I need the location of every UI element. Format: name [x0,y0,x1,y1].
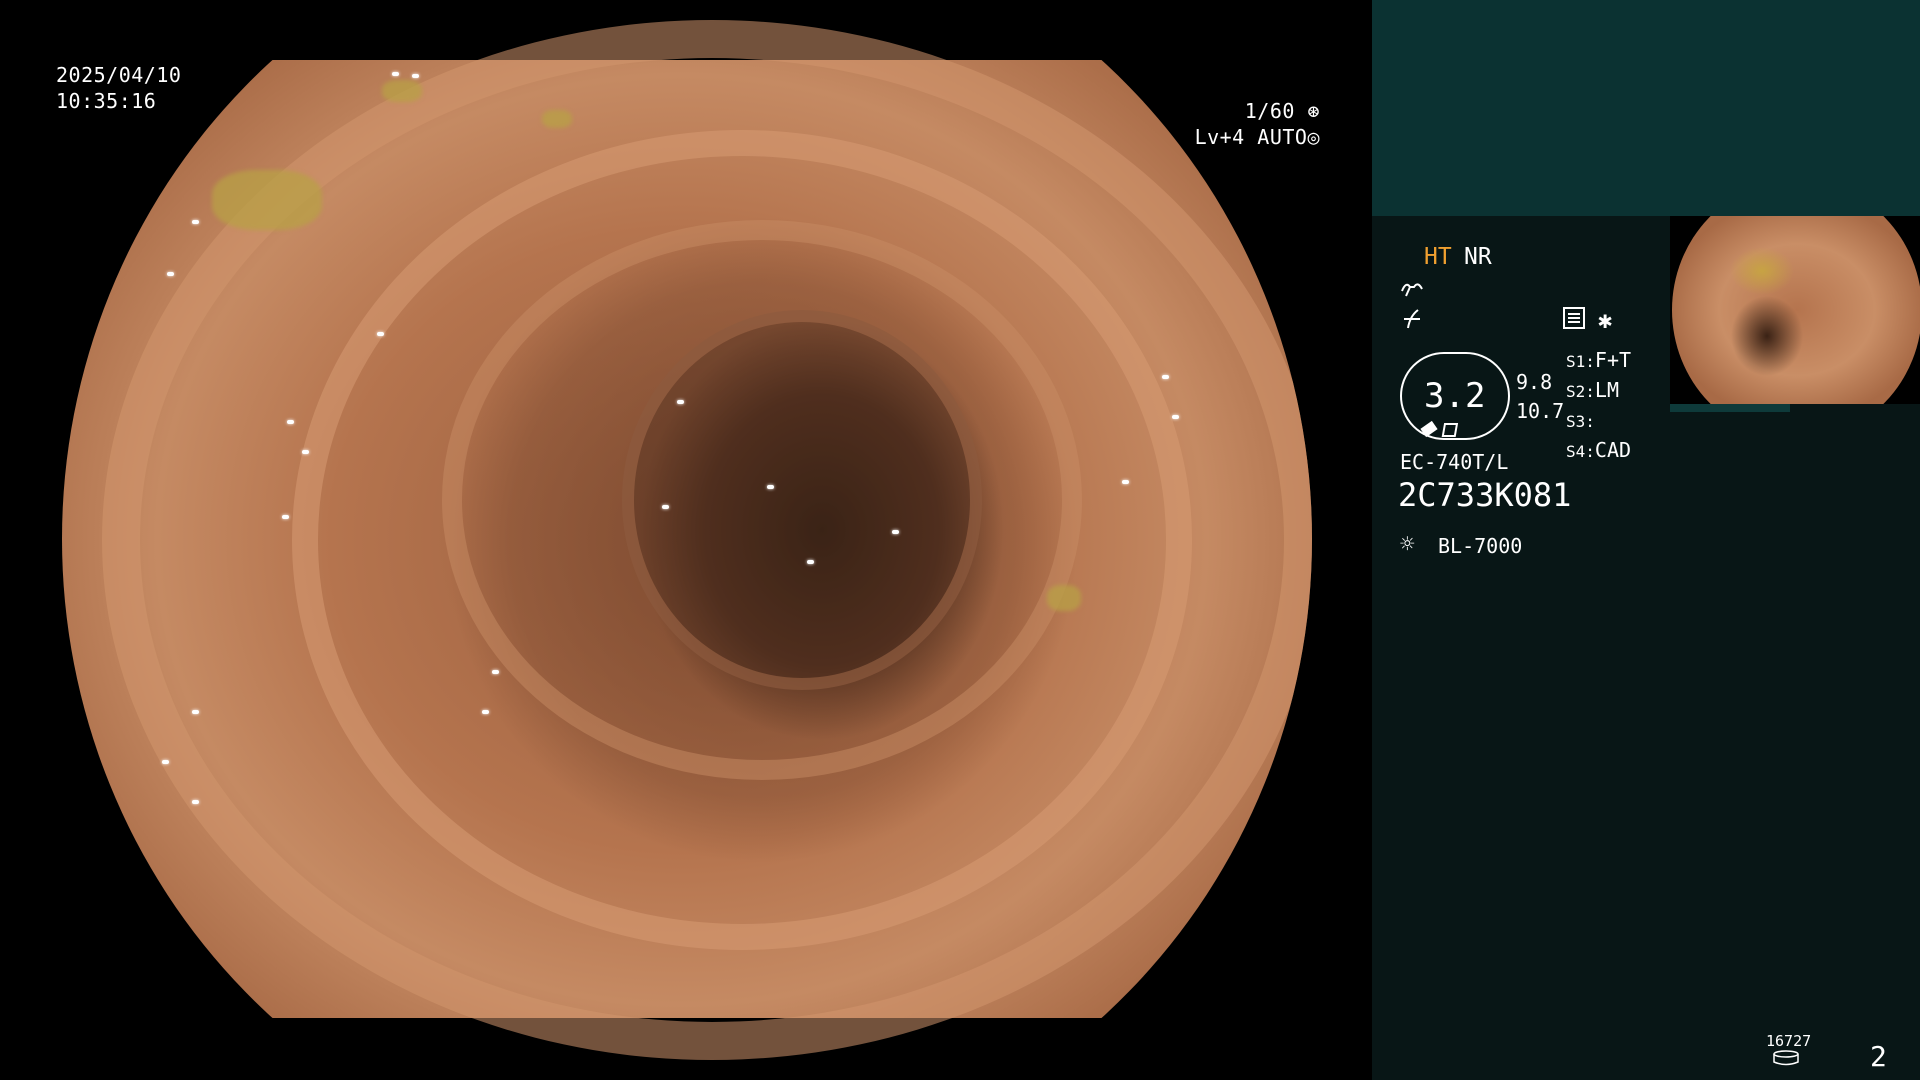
switch-key: S2: [1566,382,1595,401]
switch-list: S1:F+T S2:LM S3: S4:CAD [1566,348,1666,462]
specular-highlight [162,760,169,764]
switch-s1: S1:F+T [1566,348,1666,372]
date-time-block: 2025/04/10 10:35:16 [56,62,181,114]
switch-value: LM [1594,378,1619,402]
specular-highlight [767,485,774,489]
shutter-icon: ⊛ [1307,99,1320,123]
specular-highlight [482,710,489,714]
asterisk-icon: ✱ [1598,306,1613,334]
lamp-icon: ☼ [1400,530,1415,558]
specular-highlight [192,220,199,224]
specular-highlight [302,450,309,454]
date-text: 2025/04/10 [56,63,182,87]
specular-highlight [1162,375,1169,379]
light-source: BL-7000 [1438,534,1523,558]
lumen [622,310,982,690]
specular-highlight [412,74,419,78]
specular-highlight [1122,480,1129,484]
cap-gauge-icon: 3.2 [1400,352,1510,440]
exposure-block: 1/60 ⊛ Lv+4 AUTO◎ [1195,98,1320,150]
specular-highlight [192,800,199,804]
color-curve-icon [1404,309,1420,329]
switch-key: S3: [1566,412,1595,431]
info-panel: HT NR ✱ 3.2 9.8 10.7 S1:F+T S2:LM S3: S4… [1372,0,1920,1080]
level-text: Lv+4 [1194,125,1245,149]
switch-s2: S2:LM [1566,378,1666,402]
specular-highlight [1172,415,1179,419]
specular-highlight [192,710,199,714]
captured-thumbnail[interactable] [1670,216,1920,404]
specular-highlight [167,272,174,276]
mode-nr-label: NR [1464,244,1492,270]
thumbnail-bar [1670,404,1790,412]
side-value-1: 9.8 [1516,370,1553,394]
endoscope-image [62,20,1312,1060]
scope-serial: 2C733K081 [1398,476,1572,514]
debris [382,80,422,102]
shutter-text: 1/60 [1244,99,1295,123]
specular-highlight [677,400,684,404]
switch-s3: S3: [1566,408,1666,432]
switch-key: S1: [1566,352,1595,371]
switch-value: F+T [1594,348,1632,372]
shutter-row: 1/60 ⊛ [1195,98,1320,124]
specular-highlight [392,72,399,76]
switch-s4: S4:CAD [1566,438,1666,462]
specular-highlight [282,515,289,519]
specular-highlight [807,560,814,564]
thumbnail-image [1672,216,1920,404]
debris [542,110,572,128]
specular-highlight [287,420,294,424]
debris [212,170,322,230]
side-value-2: 10.7 [1516,399,1565,423]
specular-highlight [662,505,669,509]
storage-icon [1773,1050,1799,1066]
info-panel-header [1372,0,1920,216]
specular-highlight [377,332,384,336]
settings-card-icon [1563,307,1585,329]
mode-ht-label: HT [1424,244,1452,270]
time-text: 10:35:16 [56,89,157,113]
endoscope-view-area: 2025/04/10 10:35:16 1/60 ⊛ Lv+4 AUTO◎ [0,0,1372,1080]
storage-counter: 16727 [1766,1032,1812,1050]
specular-highlight [892,530,899,534]
scope-model: EC-740T/L [1400,450,1509,474]
iris-icon: ◎ [1307,125,1320,149]
scope-tip-icon [1420,420,1459,438]
switch-key: S4: [1566,442,1595,461]
enhance-curve-icon [1401,283,1423,297]
specular-highlight [492,670,499,674]
page-number: 2 [1870,1040,1887,1073]
iris-row: Lv+4 AUTO◎ [1195,124,1320,150]
debris [1047,585,1081,611]
switch-value: CAD [1594,438,1632,462]
cap-value: 3.2 [1424,376,1486,416]
iris-text: AUTO [1257,125,1308,149]
